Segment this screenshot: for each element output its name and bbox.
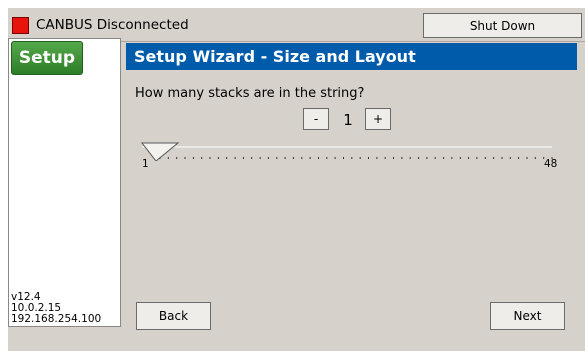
page-title: Setup Wizard - Size and Layout xyxy=(126,43,577,70)
status-led-icon xyxy=(12,16,29,34)
slider-track xyxy=(140,142,553,161)
sidebar: Setup v12.4 10.0.2.15 192.168.254.100 xyxy=(8,38,121,327)
increment-button[interactable]: + xyxy=(365,108,391,130)
ip-address-2: 192.168.254.100 xyxy=(11,313,102,325)
back-button[interactable]: Back xyxy=(136,302,211,330)
version-info: v12.4 10.0.2.15 192.168.254.100 xyxy=(11,292,101,325)
next-button[interactable]: Next xyxy=(490,302,565,330)
connection-status: CANBUS Disconnected xyxy=(10,10,410,40)
slider-min-label: 1 xyxy=(142,158,149,170)
tab-setup[interactable]: Setup xyxy=(11,41,83,75)
stack-count-value: 1 xyxy=(343,111,353,129)
decrement-button[interactable]: - xyxy=(303,108,329,130)
status-text: CANBUS Disconnected xyxy=(36,17,189,33)
stack-count-slider[interactable] xyxy=(140,131,561,181)
shutdown-button[interactable]: Shut Down xyxy=(423,13,582,38)
slider-max-label: 48 xyxy=(544,158,558,170)
question-label: How many stacks are in the string? xyxy=(135,86,365,101)
